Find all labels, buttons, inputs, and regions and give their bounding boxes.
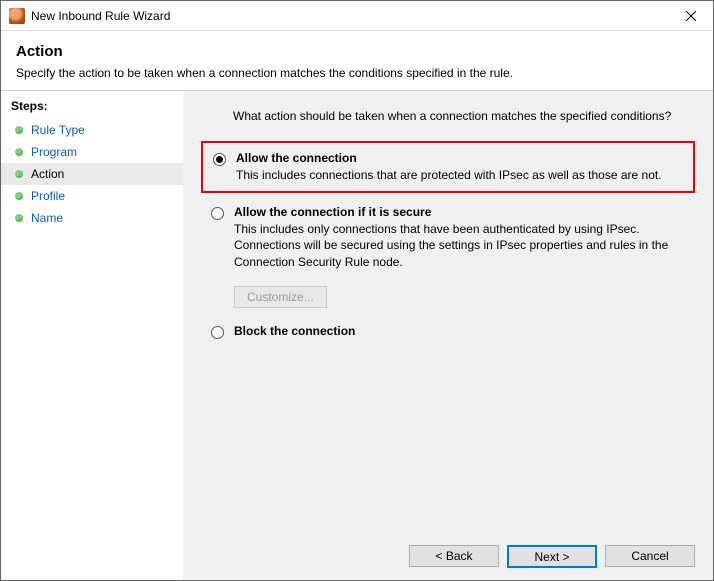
option-title: Allow the connection <box>236 151 683 165</box>
close-icon <box>686 11 696 21</box>
step-profile[interactable]: Profile <box>1 185 183 207</box>
cancel-button[interactable]: Cancel <box>605 545 695 567</box>
window-title: New Inbound Rule Wizard <box>31 9 668 23</box>
option-allow-secure[interactable]: Allow the connection if it is secure Thi… <box>201 197 695 278</box>
header: Action Specify the action to be taken wh… <box>1 31 713 90</box>
option-desc: This includes connections that are prote… <box>236 167 683 183</box>
content-pane: What action should be taken when a conne… <box>183 91 713 580</box>
customize-row: Customize... <box>234 286 695 308</box>
radio-block[interactable] <box>211 326 224 339</box>
step-name[interactable]: Name <box>1 207 183 229</box>
sidebar: Steps: Rule Type Program Action Profile … <box>1 91 183 580</box>
next-button[interactable]: Next > <box>507 545 597 568</box>
step-label: Program <box>31 145 77 159</box>
step-label: Name <box>31 211 63 225</box>
option-desc: This includes only connections that have… <box>234 221 685 270</box>
page-title: Action <box>16 43 698 60</box>
footer: < Back Next > Cancel <box>201 535 695 568</box>
step-bullet-icon <box>15 126 23 134</box>
step-label: Action <box>31 167 64 181</box>
back-button[interactable]: < Back <box>409 545 499 567</box>
step-action[interactable]: Action <box>1 163 183 185</box>
page-subtitle: Specify the action to be taken when a co… <box>16 66 698 80</box>
wizard-window: New Inbound Rule Wizard Action Specify t… <box>0 0 714 581</box>
close-button[interactable] <box>668 1 713 31</box>
option-allow[interactable]: Allow the connection This includes conne… <box>201 141 695 193</box>
option-block[interactable]: Block the connection <box>201 316 695 347</box>
step-rule-type[interactable]: Rule Type <box>1 119 183 141</box>
step-program[interactable]: Program <box>1 141 183 163</box>
step-bullet-icon <box>15 148 23 156</box>
step-label: Rule Type <box>31 123 85 137</box>
sidebar-title: Steps: <box>1 99 183 119</box>
body: Steps: Rule Type Program Action Profile … <box>1 90 713 580</box>
firewall-icon <box>9 8 25 24</box>
radio-allow-secure[interactable] <box>211 207 224 220</box>
step-bullet-icon <box>15 192 23 200</box>
option-body: Block the connection <box>234 324 685 339</box>
step-bullet-icon <box>15 170 23 178</box>
radio-allow[interactable] <box>213 153 226 166</box>
step-label: Profile <box>31 189 65 203</box>
option-title: Allow the connection if it is secure <box>234 205 685 219</box>
option-body: Allow the connection if it is secure Thi… <box>234 205 685 270</box>
customize-button: Customize... <box>234 286 327 308</box>
option-title: Block the connection <box>234 324 685 338</box>
step-bullet-icon <box>15 214 23 222</box>
question-text: What action should be taken when a conne… <box>233 109 695 123</box>
titlebar: New Inbound Rule Wizard <box>1 1 713 31</box>
option-body: Allow the connection This includes conne… <box>236 151 683 183</box>
